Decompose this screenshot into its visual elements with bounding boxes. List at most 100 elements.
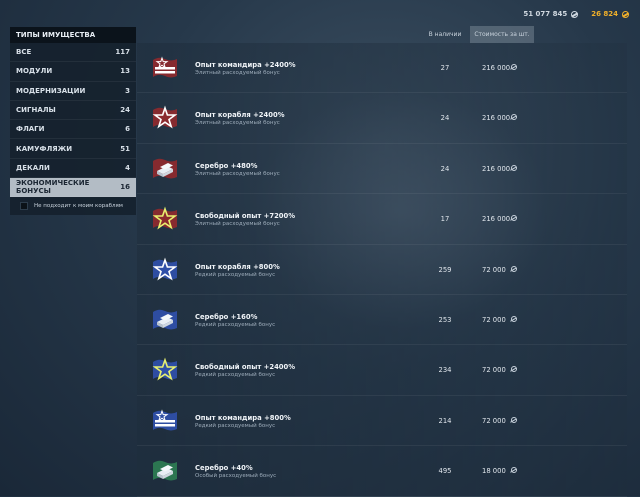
bonus-row[interactable]: Свободный опыт +2400% Редкий расходуемый … [137,345,627,396]
sidebar-item-label: МОДЕРНИЗАЦИИ [16,86,86,95]
bonus-stock: 17 [440,215,450,224]
bonus-stock: 214 [438,416,452,425]
table-header: В наличии Стоимость за шт. [420,26,534,43]
bonus-price: 216 000 [482,215,511,224]
sidebar-item[interactable]: ЭКОНОМИЧЕСКИЕ БОНУСЫ 16 [10,178,136,198]
sidebar-item[interactable]: СИГНАЛЫ 24 [10,101,136,121]
bonus-name: Опыт командира +800% [195,413,291,422]
ship-xp-icon [151,257,179,282]
sidebar-item[interactable]: МОДУЛИ 13 [10,62,136,82]
checkbox-box[interactable] [20,202,28,211]
bonus-price: 216 000 [482,164,511,173]
bonus-row[interactable]: Опыт командира +2400% Элитный расходуемый… [137,43,627,94]
credits-icon [510,416,518,424]
credits-bonus-icon [151,156,179,181]
sidebar-item[interactable]: ВСЕ 117 [10,43,136,63]
bonus-name: Серебро +480% [195,161,258,170]
credits-icon [510,467,518,474]
bonus-rarity: Редкий расходуемый бонус [195,422,276,429]
bonus-row[interactable]: Серебро +40% Особый расходуемый бонус 495 1… [137,446,627,497]
bonus-row[interactable]: Опыт корабля +800% Редкий расходуемый бон… [137,244,627,295]
sidebar-item-label: ВСЕ [16,48,32,57]
gold-value: 26 824 [591,10,618,18]
credits-icon [510,366,518,373]
sidebar-item[interactable]: ДЕКАЛИ 4 [10,159,136,179]
credits-bonus-icon [151,458,179,483]
bonus-stock: 495 [438,467,452,476]
bonus-price: 72 000 [482,366,506,375]
credits-icon [510,164,518,172]
credits-value: 51 077 845 [523,10,568,18]
sidebar-title: ТИПЫ ИМУЩЕСТВА [10,27,136,43]
bonus-stock: 259 [438,265,452,274]
bonus-row[interactable]: Опыт командира +800% Редкий расходуемый б… [137,395,627,447]
bonus-name: Серебро +160% [195,312,258,321]
bonus-row[interactable]: Свободный опыт +7200% Элитный расходуемый… [137,194,627,245]
sidebar-item-label: ДЕКАЛИ [16,163,50,172]
bonus-stock: 24 [440,164,450,173]
credits-icon [510,215,518,222]
credits-icon [510,315,518,323]
bonus-stock: 27 [440,64,450,72]
bonus-rarity: Элитный расходуемый бонус [195,170,280,177]
credits-balance: 51 077 845 [523,10,579,18]
credits-bonus-icon [151,307,179,332]
sidebar-item-count: 117 [115,48,130,57]
bonus-name: Опыт корабля +800% [195,262,280,271]
sidebar-items: ВСЕ 117 МОДУЛИ 13 МОДЕРНИЗАЦИИ 3 СИГНАЛЫ 24 ФЛАГ… [10,43,136,198]
free-xp-icon [151,206,179,231]
bonus-price: 216 000 [482,64,511,72]
commander-xp-icon [151,55,179,80]
sidebar-item-label: ФЛАГИ [16,125,45,134]
free-xp-icon [151,357,179,382]
bonus-name: Свободный опыт +7200% [195,212,296,221]
sidebar-item-count: 3 [125,86,130,95]
commander-xp-icon [151,408,179,433]
bonus-name: Свободный опыт +2400% [195,363,296,372]
bonus-price: 216 000 [482,114,511,123]
credits-icon [510,265,518,273]
ship-xp-icon [151,105,179,130]
bonus-rarity: Особый расходуемый бонус [195,473,277,480]
sidebar-item-label: ЭКОНОМИЧЕСКИЕ БОНУСЫ [16,179,90,196]
bonus-row[interactable]: Опыт корабля +2400% Элитный расходуемый б… [137,93,627,144]
sidebar-item[interactable]: МОДЕРНИЗАЦИИ 3 [10,82,136,101]
bonus-rarity: Редкий расходуемый бонус [195,321,276,328]
sidebar-item-count: 13 [120,67,130,76]
credits-icon [570,10,579,18]
credits-icon [510,64,518,71]
bonus-price: 72 000 [482,265,506,274]
bonus-rarity: Элитный расходуемый бонус [195,120,280,127]
sidebar-item[interactable]: КАМУФЛЯЖИ 51 [10,139,136,159]
sidebar-item[interactable]: ФЛАГИ 6 [10,120,136,140]
bonus-name: Серебро +40% [195,464,253,473]
bonus-price: 18 000 [482,467,506,476]
doubloons-icon [621,10,630,18]
gold-balance: 26 824 [591,10,630,18]
sidebar-item-count: 24 [120,106,130,115]
bonus-list: Опыт командира +2400% Элитный расходуемый… [137,43,627,497]
bonus-rarity: Редкий расходуемый бонус [195,372,276,379]
bonus-name: Опыт корабля +2400% [195,111,285,120]
sidebar-item-label: СИГНАЛЫ [16,106,56,115]
currency-bar: 51 077 845 26 824 [523,10,630,18]
bonus-rarity: Редкий расходуемый бонус [195,271,276,278]
bonus-rarity: Элитный расходуемый бонус [195,221,280,228]
column-price-header[interactable]: Стоимость за шт. [470,26,534,43]
filter-label: Не подходит к моим кораблям [34,203,123,210]
bonus-row[interactable]: Серебро +160% Редкий расходуемый бонус 253… [137,294,627,346]
bonus-stock: 24 [440,114,450,123]
bonus-row[interactable]: Серебро +480% Элитный расходуемый бонус 24… [137,143,627,195]
bonus-stock: 234 [438,366,452,375]
sidebar-item-label: МОДУЛИ [16,67,53,76]
sidebar-item-count: 51 [120,144,130,153]
bonus-price: 72 000 [482,315,506,324]
credits-icon [510,114,518,121]
bonus-price: 72 000 [482,416,506,425]
bonus-name: Опыт командира +2400% [195,61,296,69]
property-types-sidebar: ТИПЫ ИМУЩЕСТВА ВСЕ 117 МОДУЛИ 13 МОДЕРНИЗАЦИ… [10,27,136,216]
sidebar-item-label: КАМУФЛЯЖИ [16,144,73,153]
sidebar-item-count: 16 [120,183,130,192]
column-stock-header[interactable]: В наличии [420,26,470,43]
incompatible-filter-checkbox[interactable]: Не подходит к моим кораблям [10,197,136,215]
